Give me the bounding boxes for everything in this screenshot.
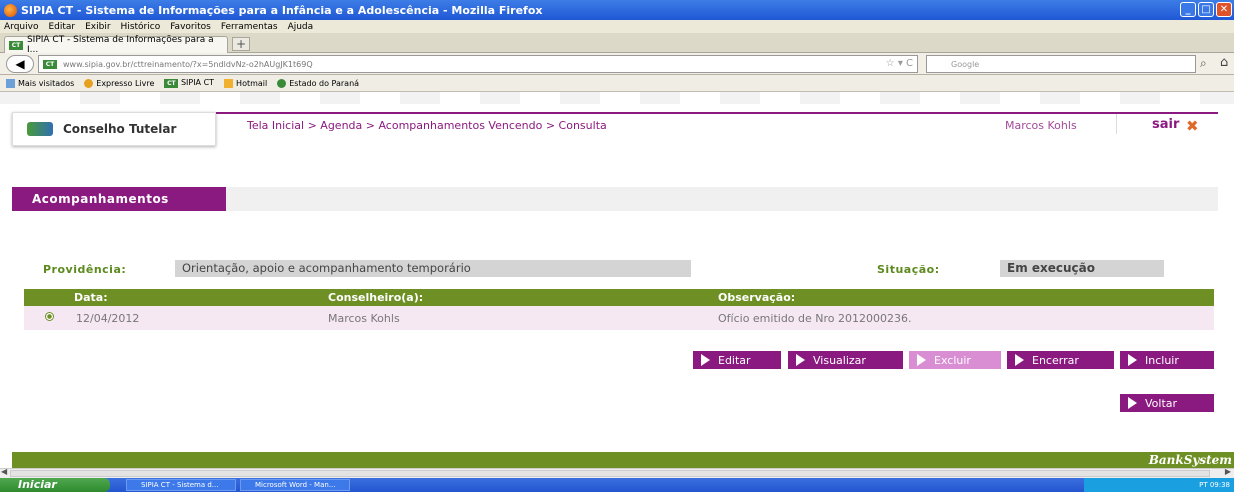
menu-favoritos[interactable]: Favoritos xyxy=(170,22,211,32)
column-observacao: Observação: xyxy=(718,291,796,304)
arrow-right-icon xyxy=(1128,397,1137,409)
home-icon[interactable]: ⌂ xyxy=(1220,55,1228,70)
conselho-tutelar-logo-icon xyxy=(27,122,53,136)
search-placeholder: Google xyxy=(951,59,980,69)
table-header: Data: Conselheiro(a): Observação: xyxy=(24,289,1214,306)
situacao-label: Situação: xyxy=(877,263,940,276)
page-content: Conselho Tutelar Tela Inicial > Agenda >… xyxy=(0,92,1234,468)
bookmark-sipia-ct[interactable]: CT SIPIA CT xyxy=(164,78,214,88)
voltar-button[interactable]: Voltar xyxy=(1120,394,1214,412)
back-button[interactable]: ◀ xyxy=(6,55,34,73)
scrollbar-thumb[interactable] xyxy=(10,470,1210,477)
tab-bar: CT SIPIA CT - Sistema de Informações par… xyxy=(0,33,1234,55)
arrow-right-icon xyxy=(1015,354,1024,366)
situacao-field: Em execução xyxy=(1000,260,1164,277)
taskbar-item-firefox[interactable]: SIPIA CT - Sistema d... xyxy=(126,479,236,491)
horizontal-scrollbar[interactable]: ◀ ▶ xyxy=(0,467,1234,478)
user-name: Marcos Kohls xyxy=(1005,119,1077,132)
sipia-ct-icon: CT xyxy=(9,40,23,50)
column-conselheiro: Conselheiro(a): xyxy=(328,291,424,304)
row-select-radio[interactable] xyxy=(45,312,54,321)
logout-link[interactable]: sair xyxy=(1152,117,1179,132)
search-icon[interactable]: ⌕ xyxy=(1200,56,1207,71)
url-text: www.sipia.gov.br/cttreinamento/?x=5ndldv… xyxy=(63,59,313,69)
editar-button[interactable]: Editar xyxy=(693,351,781,369)
app-logo[interactable]: Conselho Tutelar xyxy=(12,112,216,146)
menu-arquivo[interactable]: Arquivo xyxy=(4,22,38,32)
bookmark-hotmail[interactable]: Hotmail xyxy=(224,78,267,88)
excluir-button[interactable]: Excluir xyxy=(909,351,1001,369)
bookmarks-bar: Mais visitados Expresso Livre CT SIPIA C… xyxy=(0,75,1234,92)
table-row[interactable]: 12/04/2012 Marcos Kohls Ofício emitido d… xyxy=(24,306,1214,330)
scroll-left-icon[interactable]: ◀ xyxy=(1,467,7,476)
header-divider xyxy=(216,112,1218,114)
bookmark-expresso-livre[interactable]: Expresso Livre xyxy=(84,78,154,88)
os-taskbar: Iniciar SIPIA CT - Sistema d... Microsof… xyxy=(0,478,1234,492)
maximize-button[interactable]: □ xyxy=(1198,2,1214,17)
search-input[interactable]: Google xyxy=(926,55,1196,73)
menu-ferramentas[interactable]: Ferramentas xyxy=(221,22,278,32)
parana-icon xyxy=(277,78,287,88)
footer-bar: BankSystem xyxy=(12,452,1234,468)
column-data: Data: xyxy=(74,291,108,304)
cell-data: 12/04/2012 xyxy=(76,312,140,325)
folder-icon xyxy=(6,78,15,88)
providencia-label: Providência: xyxy=(43,263,127,276)
menu-bar: Arquivo Editar Exibir Histórico Favorito… xyxy=(0,20,1234,33)
minimize-button[interactable]: _ xyxy=(1180,2,1196,17)
arrow-right-icon xyxy=(1128,354,1137,366)
hotmail-icon xyxy=(224,78,234,88)
scroll-right-icon[interactable]: ▶ xyxy=(1225,467,1231,476)
footer-brand: BankSystem xyxy=(1148,453,1232,467)
breadcrumb[interactable]: Tela Inicial > Agenda > Acompanhamentos … xyxy=(247,119,607,132)
window-title: SIPIA CT - Sistema de Informações para a… xyxy=(21,3,543,17)
expresso-icon xyxy=(84,78,94,88)
tab-label: SIPIA CT - Sistema de Informações para a… xyxy=(26,35,214,55)
firefox-icon xyxy=(4,3,17,17)
start-button[interactable]: Iniciar xyxy=(0,478,110,492)
taskbar-item-word[interactable]: Microsoft Word - Man... xyxy=(240,479,350,491)
url-bar[interactable]: CT www.sipia.gov.br/cttreinamento/?x=5nd… xyxy=(38,55,918,73)
logout-icon[interactable]: ✖ xyxy=(1186,117,1199,135)
arrow-right-icon xyxy=(796,354,805,366)
browser-tab[interactable]: CT SIPIA CT - Sistema de Informações par… xyxy=(4,35,228,55)
reload-icon[interactable]: ☆ ▾ C xyxy=(886,58,913,69)
bookmark-estado-parana[interactable]: Estado do Paraná xyxy=(277,78,359,88)
menu-historico[interactable]: Histórico xyxy=(121,22,161,32)
site-identity-icon: CT xyxy=(43,59,57,69)
encerrar-button[interactable]: Encerrar xyxy=(1007,351,1114,369)
providencia-field: Orientação, apoio e acompanhamento tempo… xyxy=(175,260,691,277)
arrow-right-icon xyxy=(701,354,710,366)
header-separator xyxy=(1116,114,1117,134)
menu-ajuda[interactable]: Ajuda xyxy=(288,22,314,32)
navigation-bar: ◀ CT www.sipia.gov.br/cttreinamento/?x=5… xyxy=(0,53,1234,75)
menu-exibir[interactable]: Exibir xyxy=(85,22,110,32)
arrow-right-icon xyxy=(917,354,926,366)
bookmark-mais-visitados[interactable]: Mais visitados xyxy=(6,78,74,88)
close-button[interactable]: ✕ xyxy=(1216,2,1232,17)
top-stripe xyxy=(0,92,1234,104)
window-title-bar: SIPIA CT - Sistema de Informações para a… xyxy=(0,0,1234,20)
new-tab-button[interactable]: + xyxy=(232,37,250,51)
incluir-button[interactable]: Incluir xyxy=(1120,351,1214,369)
logo-text: Conselho Tutelar xyxy=(63,122,177,136)
menu-editar[interactable]: Editar xyxy=(48,22,75,32)
system-tray: PT 09:38 xyxy=(1084,478,1234,492)
cell-observacao: Ofício emitido de Nro 2012000236. xyxy=(718,312,912,325)
section-title: Acompanhamentos xyxy=(12,187,226,211)
visualizar-button[interactable]: Visualizar xyxy=(788,351,903,369)
sipia-ct-icon: CT xyxy=(164,79,179,88)
cell-conselheiro: Marcos Kohls xyxy=(328,312,400,325)
